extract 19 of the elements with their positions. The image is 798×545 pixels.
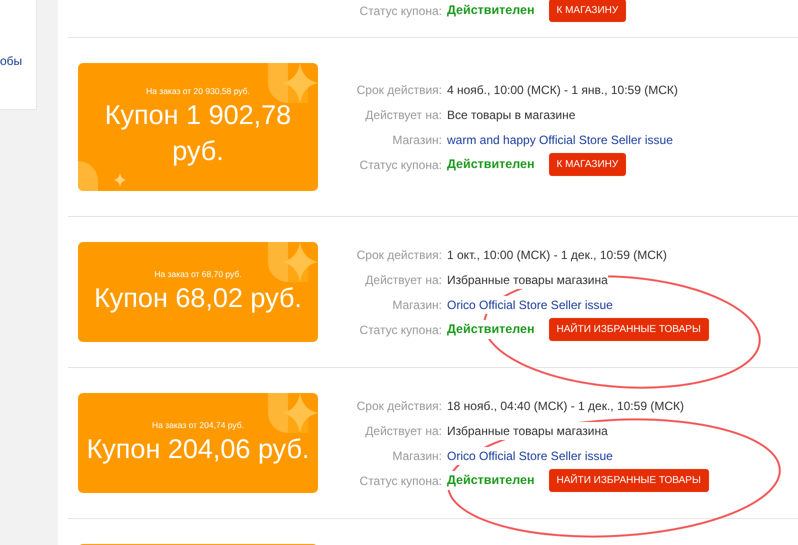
store-link[interactable]: Orico Official Store Seller issue [447,446,613,464]
sparkle-drawing [268,242,318,282]
store-button[interactable]: НАЙТИ ИЗБРАННЫЕ ТОВАРЫ [548,469,709,492]
status-text: Действителен [447,471,534,490]
sparkle-drawing [268,63,318,103]
sidebar-link[interactable]: обы [0,52,22,70]
status-text: Действителен [447,320,534,339]
min-order-text: На заказ от 204,74 руб. [150,419,245,431]
coupon-amount: Купон 68,02 руб. [93,282,303,315]
scope-text: Избранные товары магазина [447,422,608,440]
coupon-amount: Купон 1 902,78 руб. [104,99,292,168]
coupon-amount: Купон 204,06 руб. [86,433,310,466]
store-link[interactable]: Orico Official Store Seller issue [447,296,613,314]
sparkle-drawing [268,393,318,433]
store-button[interactable]: К МАГАЗИНУ [548,153,626,176]
store-button[interactable]: НАЙТИ ИЗБРАННЫЕ ТОВАРЫ [548,318,709,341]
store-button[interactable]: К МАГАЗИНУ [548,0,626,22]
min-order-text: На заказ от 20 930,58 руб. [145,85,251,97]
min-order-text: На заказ от 68,70 руб. [153,268,243,280]
